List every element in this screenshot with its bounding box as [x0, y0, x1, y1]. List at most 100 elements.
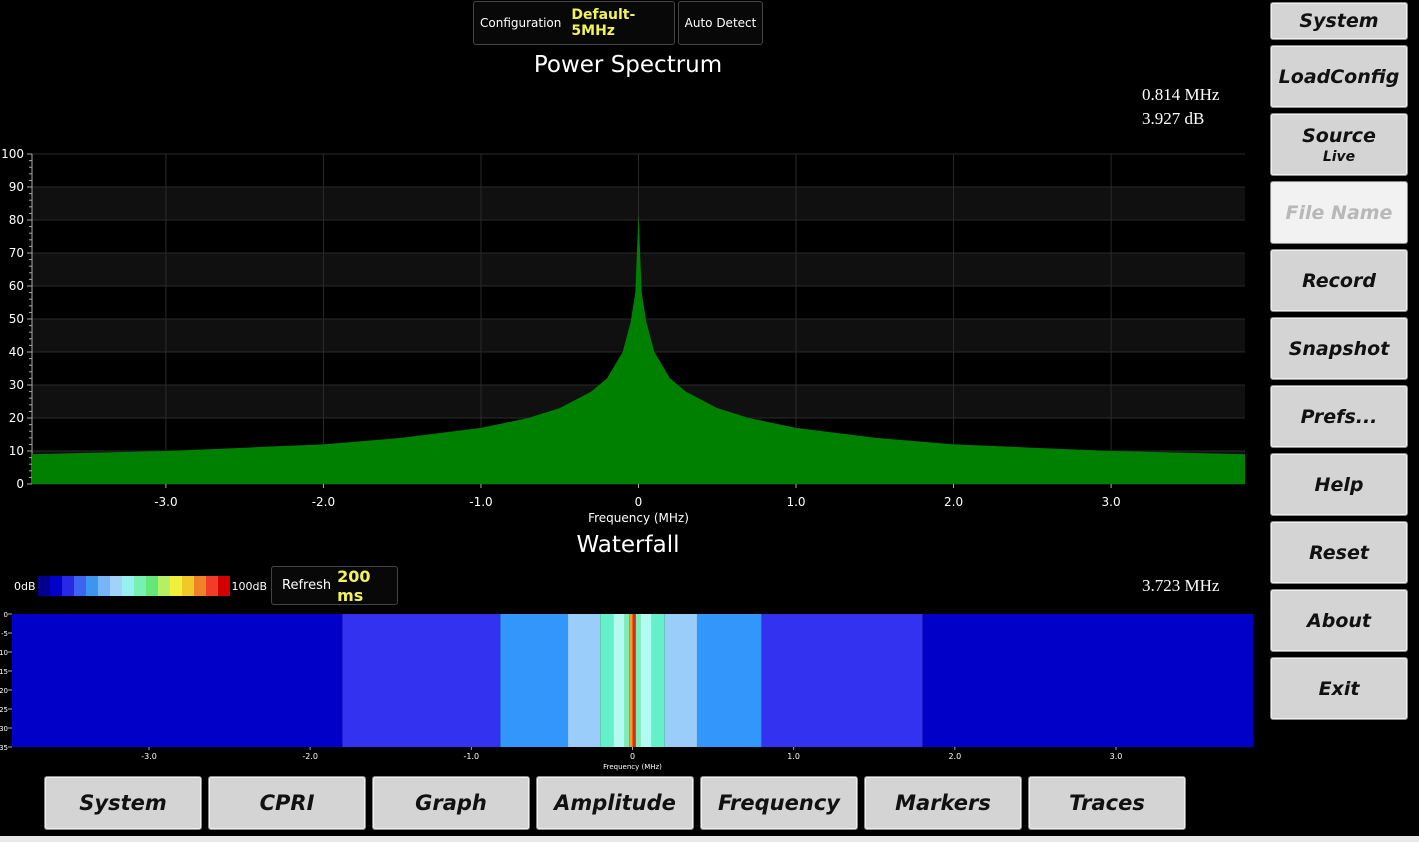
refresh-rate-control[interactable]: Refresh 200 ms: [271, 566, 398, 605]
marker-level-readout: 3.927 dB: [1142, 109, 1205, 128]
side-exit-label: Exit: [1318, 677, 1360, 700]
bottom-system-button[interactable]: System: [44, 776, 202, 830]
legend-swatch: [205, 576, 218, 596]
legend-swatch: [37, 576, 50, 596]
legend-swatch: [121, 576, 134, 596]
side-record-button[interactable]: Record: [1270, 249, 1408, 312]
side-exit-button[interactable]: Exit: [1270, 657, 1408, 720]
refresh-value: 200 ms: [337, 566, 371, 605]
side-reset-button[interactable]: Reset: [1270, 521, 1408, 584]
configuration-selector[interactable]: Configuration Default-5MHz: [473, 1, 675, 45]
legend-swatch: [133, 576, 146, 596]
side-about-button[interactable]: About: [1270, 589, 1408, 652]
waterfall-x-tick-label: 1.0: [787, 752, 800, 761]
legend-swatch: [49, 576, 62, 596]
waterfall-band: [624, 614, 630, 747]
side-loadconfig-button[interactable]: LoadConfig: [1270, 45, 1408, 108]
x-tick-label: 3.0: [1102, 495, 1121, 509]
side-source-label: Source: [1302, 124, 1376, 147]
side-source-sub-label: Live: [1322, 148, 1356, 165]
legend-swatch: [181, 576, 194, 596]
y-tick-label: 20: [9, 411, 24, 425]
y-tick-label: 100: [1, 147, 24, 161]
waterfall-color-legend: 0dB 100dB: [0, 575, 267, 597]
waterfall-band: [342, 614, 501, 747]
side-system-button[interactable]: System: [1270, 2, 1408, 40]
auto-detect-button[interactable]: Auto Detect: [678, 1, 763, 45]
side-record-label: Record: [1302, 269, 1376, 292]
y-tick-label: 0: [16, 477, 24, 491]
waterfall-x-tick-label: -2.0: [302, 752, 318, 761]
side-prefs-button[interactable]: Prefs...: [1270, 385, 1408, 448]
waterfall-band: [635, 614, 641, 747]
waterfall-band: [12, 614, 343, 747]
waterfall-x-axis-label: Frequency (MHz): [603, 763, 662, 771]
waterfall-x-tick-label: 3.0: [1110, 752, 1123, 761]
power-spectrum-chart[interactable]: 0 10 20 30 40 50 60 70 80 90 100 -3.0 -2.0 -1.0 0 1.0 2.…: [0, 140, 1268, 530]
waterfall-chart[interactable]: 0 -5 -10 -15 -20 -25 -30 -35 -3.0 -2.0 -1.0 0 1.0 2.0…: [0, 608, 1268, 773]
bottom-traces-label: Traces: [1069, 791, 1145, 815]
side-source-button[interactable]: Source Live: [1270, 113, 1408, 176]
x-axis-label: Frequency (MHz): [588, 511, 689, 525]
legend-swatch: [73, 576, 86, 596]
bottom-system-label: System: [79, 791, 167, 815]
legend-max-label: 100dB: [231, 579, 268, 593]
bottom-cpri-label: CPRI: [259, 791, 315, 815]
legend-swatches: [37, 576, 230, 596]
side-about-label: About: [1307, 609, 1371, 632]
waterfall-band: [696, 614, 762, 747]
bottom-cpri-button[interactable]: CPRI: [208, 776, 366, 830]
waterfall-band: [629, 614, 633, 747]
bottom-graph-label: Graph: [415, 791, 487, 815]
waterfall-band: [651, 614, 665, 747]
y-tick-label: 40: [9, 345, 24, 359]
bottom-markers-label: Markers: [895, 791, 991, 815]
side-snapshot-button[interactable]: Snapshot: [1270, 317, 1408, 380]
bottom-frequency-label: Frequency: [718, 791, 840, 815]
configuration-value: Default-5MHz: [571, 7, 636, 39]
waterfall-band: [613, 614, 625, 747]
waterfall-title: Waterfall: [576, 532, 680, 558]
x-tick-label: -3.0: [154, 495, 177, 509]
waterfall-x-tick-label: 2.0: [948, 752, 961, 761]
side-filename-label: File Name: [1285, 201, 1393, 224]
waterfall-y-tick-label: -10: [0, 649, 8, 657]
waterfall-y-tick-label: -25: [0, 706, 8, 714]
bottom-amplitude-label: Amplitude: [554, 791, 676, 815]
x-tick-label: 2.0: [944, 495, 963, 509]
waterfall-band: [640, 614, 652, 747]
waterfall-x-tick-label: 0: [630, 752, 635, 761]
side-prefs-label: Prefs...: [1300, 405, 1378, 428]
legend-swatch: [97, 576, 110, 596]
configuration-label: Configuration: [480, 16, 562, 30]
legend-min-label: 0dB: [14, 579, 36, 593]
marker-frequency-readout: 0.814 MHz: [1142, 85, 1220, 104]
auto-detect-label: Auto Detect: [684, 16, 757, 30]
y-tick-label: 10: [9, 444, 24, 458]
legend-swatch: [145, 576, 158, 596]
waterfall-y-tick-label: -15: [0, 668, 8, 676]
legend-swatch: [157, 576, 170, 596]
legend-swatch: [193, 576, 206, 596]
y-tick-label: 70: [9, 246, 24, 260]
legend-swatch: [61, 576, 74, 596]
legend-swatch: [109, 576, 122, 596]
bottom-markers-button[interactable]: Markers: [864, 776, 1022, 830]
x-tick-label: -1.0: [469, 495, 492, 509]
legend-swatch: [217, 576, 230, 596]
y-tick-label: 30: [9, 378, 24, 392]
bottom-frequency-button[interactable]: Frequency: [700, 776, 858, 830]
waterfall-y-tick-label: -5: [1, 630, 8, 638]
x-tick-label: -2.0: [312, 495, 335, 509]
waterfall-band: [664, 614, 697, 747]
bottom-traces-button[interactable]: Traces: [1028, 776, 1186, 830]
bottom-graph-button[interactable]: Graph: [372, 776, 530, 830]
side-filename-button[interactable]: File Name: [1270, 181, 1408, 244]
side-help-button[interactable]: Help: [1270, 453, 1408, 516]
waterfall-marker-readout: 3.723 MHz: [1142, 576, 1220, 595]
side-reset-label: Reset: [1309, 541, 1369, 564]
x-tick-label: 1.0: [786, 495, 805, 509]
bottom-amplitude-button[interactable]: Amplitude: [536, 776, 694, 830]
side-help-label: Help: [1314, 473, 1364, 496]
waterfall-band: [568, 614, 601, 747]
